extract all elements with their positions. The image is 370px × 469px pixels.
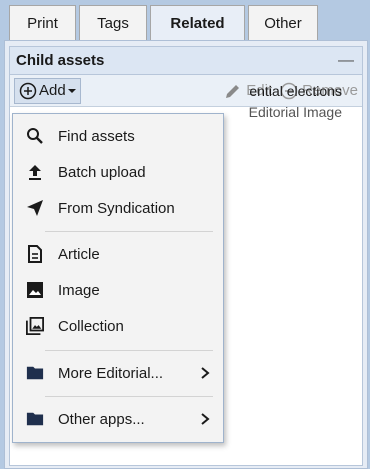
image-icon (27, 282, 43, 298)
menu-separator (45, 231, 213, 232)
menu-item-find-assets[interactable]: Find assets (13, 119, 223, 153)
menu-separator (45, 396, 213, 397)
menu-item-collection[interactable]: Collection (13, 309, 223, 343)
menu-item-label: From Syndication (58, 199, 175, 217)
send-icon (27, 200, 43, 216)
tab-tags[interactable]: Tags (79, 5, 147, 40)
menu-item-from-syndication[interactable]: From Syndication (13, 191, 223, 225)
menu-separator (45, 350, 213, 351)
menu-item-image[interactable]: Image (13, 273, 223, 307)
asset-title: ential elections (249, 83, 342, 99)
add-circle-icon (19, 82, 37, 99)
menu-item-label: Other apps... (58, 410, 145, 428)
folder-icon (26, 366, 44, 380)
chevron-right-icon (201, 413, 210, 425)
menu-item-batch-upload[interactable]: Batch upload (13, 155, 223, 189)
menu-item-article[interactable]: Article (13, 237, 223, 271)
upload-icon (29, 165, 41, 180)
add-dropdown-menu: Find assets Batch upload From Syndicatio… (12, 113, 224, 443)
tab-bar: Print Tags Related Other (9, 5, 321, 40)
menu-item-label: More Editorial... (58, 364, 164, 382)
add-button[interactable]: Add (14, 77, 81, 104)
menu-item-label: Find assets (58, 127, 135, 145)
tab-related[interactable]: Related (150, 5, 245, 40)
collection-icon (26, 317, 44, 335)
chevron-right-icon (201, 367, 210, 379)
section-header: Child assets — (10, 47, 362, 75)
section-title: Child assets (16, 52, 105, 69)
menu-item-label: Image (58, 281, 100, 299)
tab-other[interactable]: Other (248, 5, 318, 40)
tab-print[interactable]: Print (9, 5, 76, 40)
collapse-button[interactable]: — (338, 52, 354, 70)
article-icon (28, 245, 42, 263)
menu-item-more-editorial[interactable]: More Editorial... (13, 356, 223, 390)
caret-down-icon (67, 88, 76, 93)
menu-item-label: Collection (58, 317, 124, 335)
add-button-label: Add (39, 82, 66, 99)
search-icon (27, 128, 43, 144)
folder-icon (26, 412, 44, 426)
menu-item-label: Article (58, 245, 100, 263)
menu-item-label: Batch upload (58, 163, 146, 181)
menu-item-other-apps[interactable]: Other apps... (13, 402, 223, 436)
